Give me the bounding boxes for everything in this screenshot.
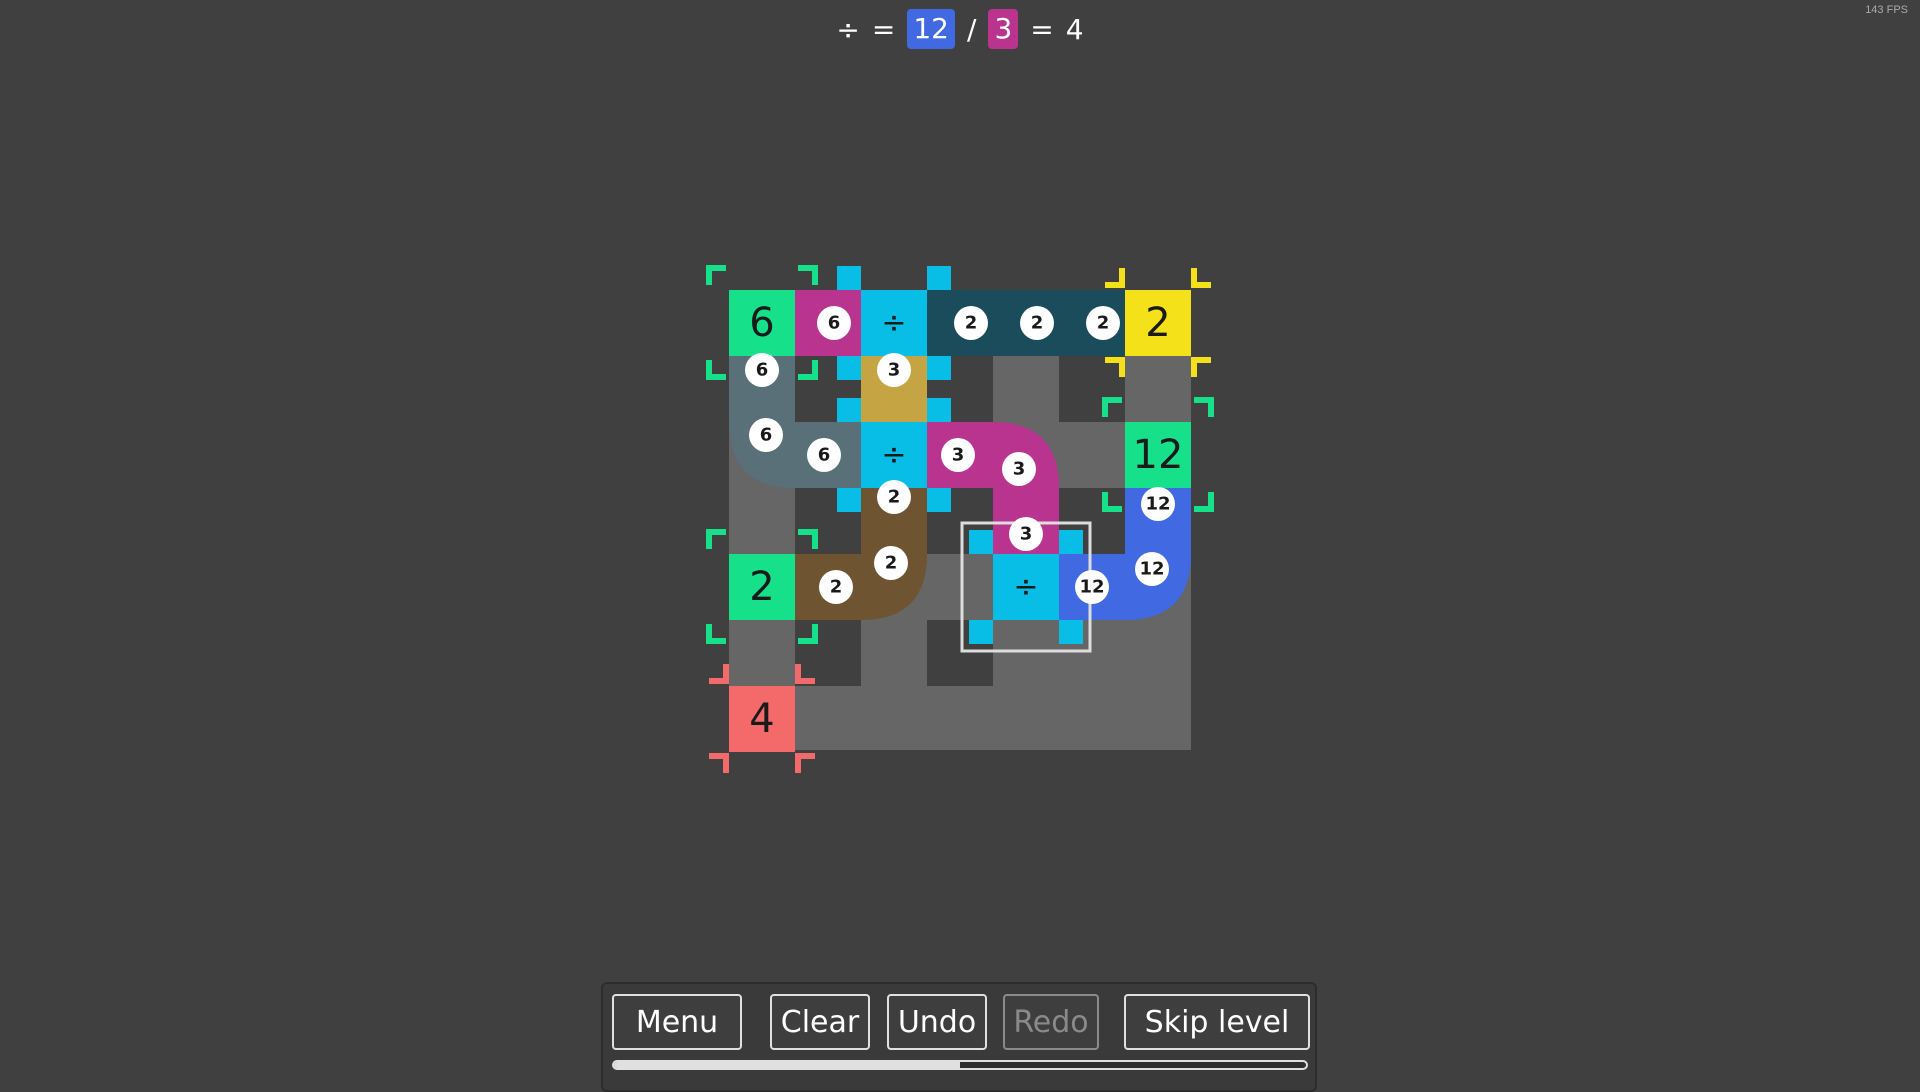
track-cell[interactable] <box>795 686 1191 750</box>
node-value: 12 <box>1133 432 1184 478</box>
level-progress-fill <box>614 1062 960 1068</box>
divide-icon: ÷ <box>881 306 906 341</box>
badge-value: 2 <box>885 553 898 574</box>
badge-value: 3 <box>1020 524 1033 545</box>
badge-value: 3 <box>1013 459 1026 480</box>
node-value: 2 <box>1145 300 1170 346</box>
badge-value: 6 <box>818 445 831 466</box>
track-cell[interactable] <box>1059 422 1125 488</box>
divide-icon: ÷ <box>881 438 906 473</box>
divide-icon: ÷ <box>1013 570 1038 605</box>
track-cell[interactable] <box>729 620 795 686</box>
badge-value: 6 <box>828 313 841 334</box>
badge-value: 2 <box>830 577 843 598</box>
node-value: 4 <box>749 696 774 742</box>
badge-value: 2 <box>1097 313 1110 334</box>
node-value: 2 <box>749 564 774 610</box>
redo-button[interactable]: Redo <box>1003 994 1099 1050</box>
badge-value: 2 <box>965 313 978 334</box>
badge-value: 2 <box>1031 313 1044 334</box>
badge-value: 12 <box>1139 559 1164 580</box>
node-value: 6 <box>749 300 774 346</box>
level-progress-bar <box>612 1060 1308 1070</box>
badge-value: 6 <box>760 425 773 446</box>
clear-button[interactable]: Clear <box>770 994 870 1050</box>
badge-value: 6 <box>756 360 769 381</box>
badge-value: 12 <box>1079 577 1104 598</box>
skip-level-button[interactable]: Skip level <box>1124 994 1310 1050</box>
puzzle-board[interactable]: 6 2 12 2 4 ÷ ÷ ÷ 6 2 2 2 6 6 6 3 3 3 3 2… <box>0 0 1920 1080</box>
badge-value: 3 <box>888 360 901 381</box>
menu-button[interactable]: Menu <box>612 994 742 1050</box>
undo-button[interactable]: Undo <box>887 994 987 1050</box>
track-cell[interactable] <box>927 554 993 620</box>
bottom-toolbar: Menu Clear Undo Redo Skip level <box>601 982 1317 1092</box>
badge-value: 12 <box>1145 494 1170 515</box>
badge-value: 2 <box>888 487 901 508</box>
badge-value: 3 <box>952 445 965 466</box>
